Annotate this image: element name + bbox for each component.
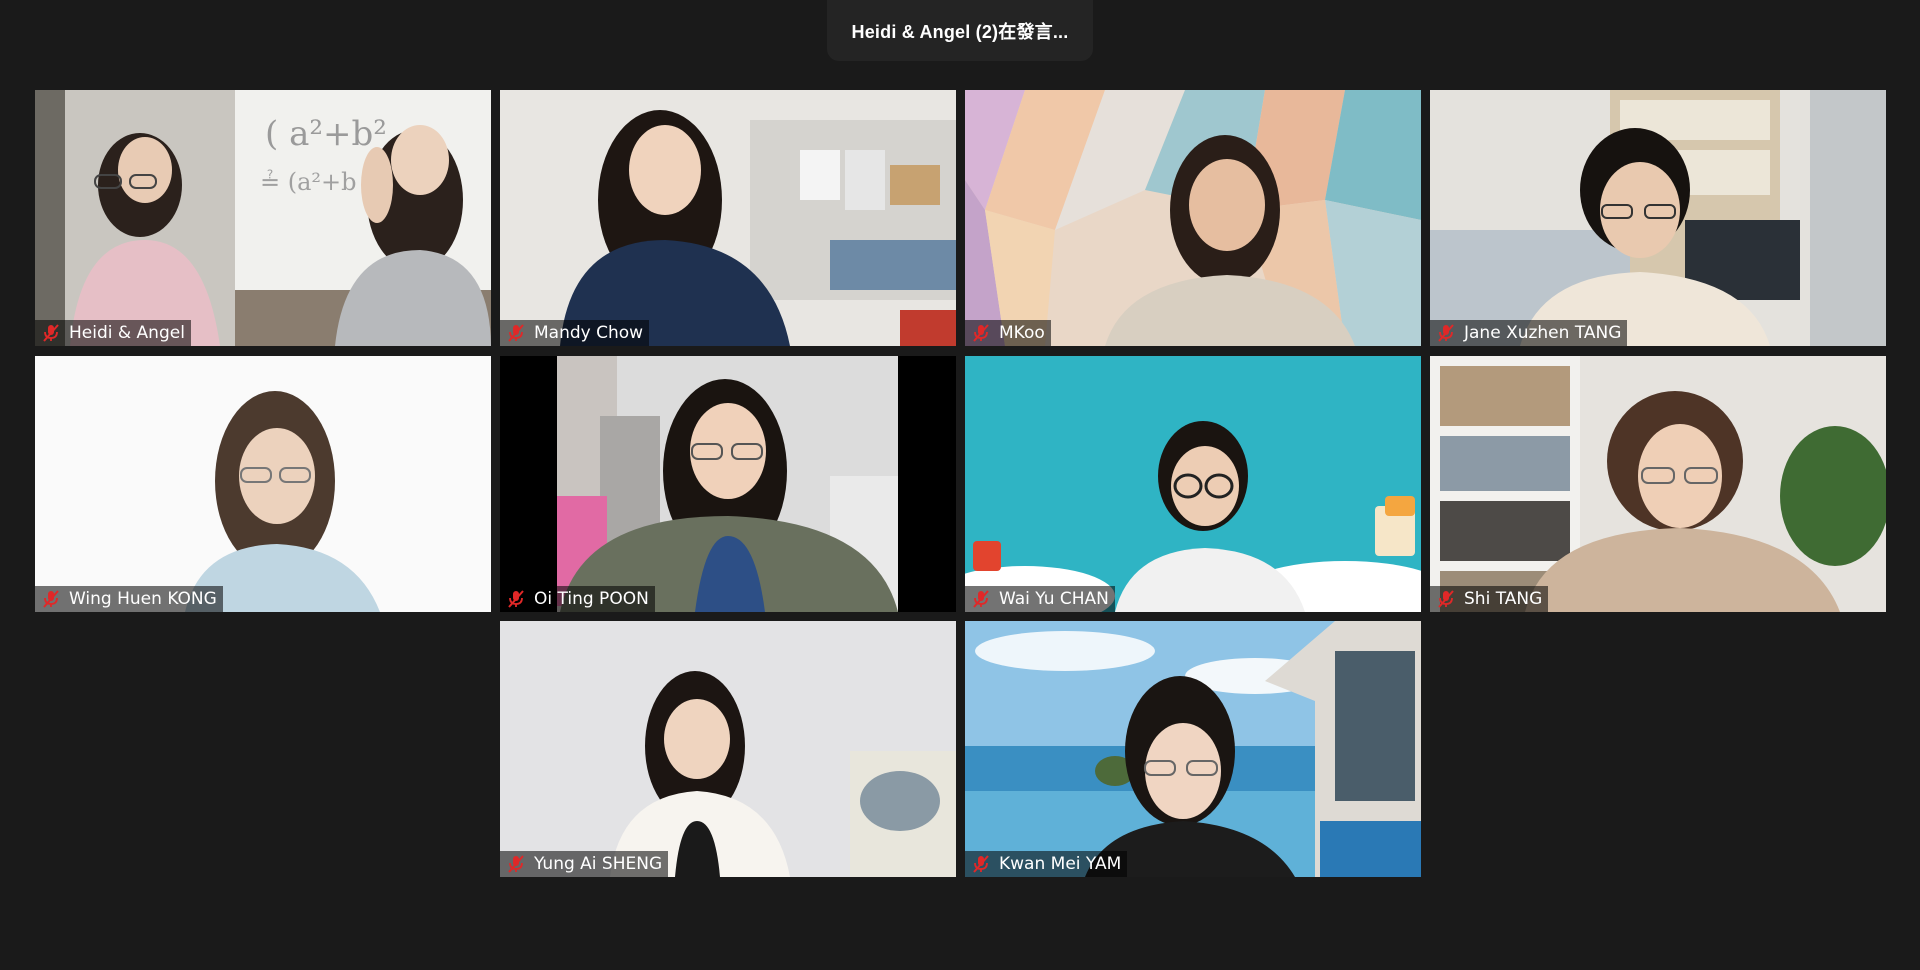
participant-name: Yung Ai SHENG bbox=[534, 854, 663, 874]
video-feed bbox=[1430, 356, 1886, 612]
participant-name: Wing Huen KONG bbox=[69, 589, 217, 609]
microphone-muted-icon bbox=[973, 324, 989, 342]
video-tile-wai-yu-chan[interactable]: Wai Yu CHAN bbox=[965, 356, 1421, 612]
video-feed bbox=[500, 90, 956, 346]
active-speaker-text: Heidi & Angel (2)在發言... bbox=[851, 21, 1069, 42]
participant-name-tag: Kwan Mei YAM bbox=[965, 851, 1128, 877]
participant-name-tag: Jane Xuzhen TANG bbox=[1430, 320, 1628, 346]
microphone-muted-icon bbox=[1438, 590, 1454, 608]
svg-text:( a²+b²: ( a²+b² bbox=[265, 114, 387, 154]
participant-name-tag: Yung Ai SHENG bbox=[500, 851, 669, 877]
participant-name: Oi Ting POON bbox=[534, 589, 649, 609]
participant-name-tag: Mandy Chow bbox=[500, 320, 650, 346]
microphone-muted-icon bbox=[43, 324, 59, 342]
participant-name: Shi TANG bbox=[1464, 589, 1543, 609]
microphone-muted-icon bbox=[43, 590, 59, 608]
microphone-muted-icon bbox=[508, 855, 524, 873]
participant-name: Heidi & Angel bbox=[69, 323, 185, 343]
participant-name-tag: Shi TANG bbox=[1430, 586, 1549, 612]
video-tile-oi-ting-poon[interactable]: Oi Ting POON bbox=[500, 356, 956, 612]
svg-text:≟ (a²+b: ≟ (a²+b bbox=[260, 168, 357, 196]
video-feed bbox=[500, 621, 956, 877]
video-tile-mkoo[interactable]: MKoo bbox=[965, 90, 1421, 346]
video-feed bbox=[1430, 90, 1886, 346]
meeting-gallery-view: Heidi & Angel (2)在發言... ( a²+b² ≟ (a²+b bbox=[0, 0, 1920, 970]
participant-name: Kwan Mei YAM bbox=[999, 854, 1122, 874]
video-feed bbox=[965, 621, 1421, 877]
microphone-muted-icon bbox=[508, 324, 524, 342]
video-feed: ( a²+b² ≟ (a²+b bbox=[35, 90, 491, 346]
participant-name-tag: MKoo bbox=[965, 320, 1051, 346]
participant-name: Wai Yu CHAN bbox=[999, 589, 1109, 609]
video-tile-heidi-angel[interactable]: ( a²+b² ≟ (a²+b Heidi & Angel bbox=[35, 90, 491, 346]
video-feed bbox=[965, 90, 1421, 346]
video-tile-mandy-chow[interactable]: Mandy Chow bbox=[500, 90, 956, 346]
video-tile-wing-huen-kong[interactable]: Wing Huen KONG bbox=[35, 356, 491, 612]
microphone-muted-icon bbox=[973, 590, 989, 608]
participant-name: Mandy Chow bbox=[534, 323, 644, 343]
microphone-muted-icon bbox=[508, 590, 524, 608]
participant-name-tag: Heidi & Angel bbox=[35, 320, 191, 346]
active-speaker-banner: Heidi & Angel (2)在發言... bbox=[827, 0, 1093, 61]
video-feed bbox=[35, 356, 491, 612]
participant-name-tag: Oi Ting POON bbox=[500, 586, 655, 612]
microphone-muted-icon bbox=[1438, 324, 1454, 342]
participant-name: Jane Xuzhen TANG bbox=[1464, 323, 1622, 343]
video-feed bbox=[500, 356, 956, 612]
video-tile-shi-tang[interactable]: Shi TANG bbox=[1430, 356, 1886, 612]
video-tile-kwan-mei-yam[interactable]: Kwan Mei YAM bbox=[965, 621, 1421, 877]
video-feed bbox=[965, 356, 1421, 612]
video-tile-yung-ai-sheng[interactable]: Yung Ai SHENG bbox=[500, 621, 956, 877]
participant-name-tag: Wing Huen KONG bbox=[35, 586, 223, 612]
microphone-muted-icon bbox=[973, 855, 989, 873]
video-tile-jane-xuzhen-tang[interactable]: Jane Xuzhen TANG bbox=[1430, 90, 1886, 346]
participant-name-tag: Wai Yu CHAN bbox=[965, 586, 1115, 612]
participant-name: MKoo bbox=[999, 323, 1045, 343]
